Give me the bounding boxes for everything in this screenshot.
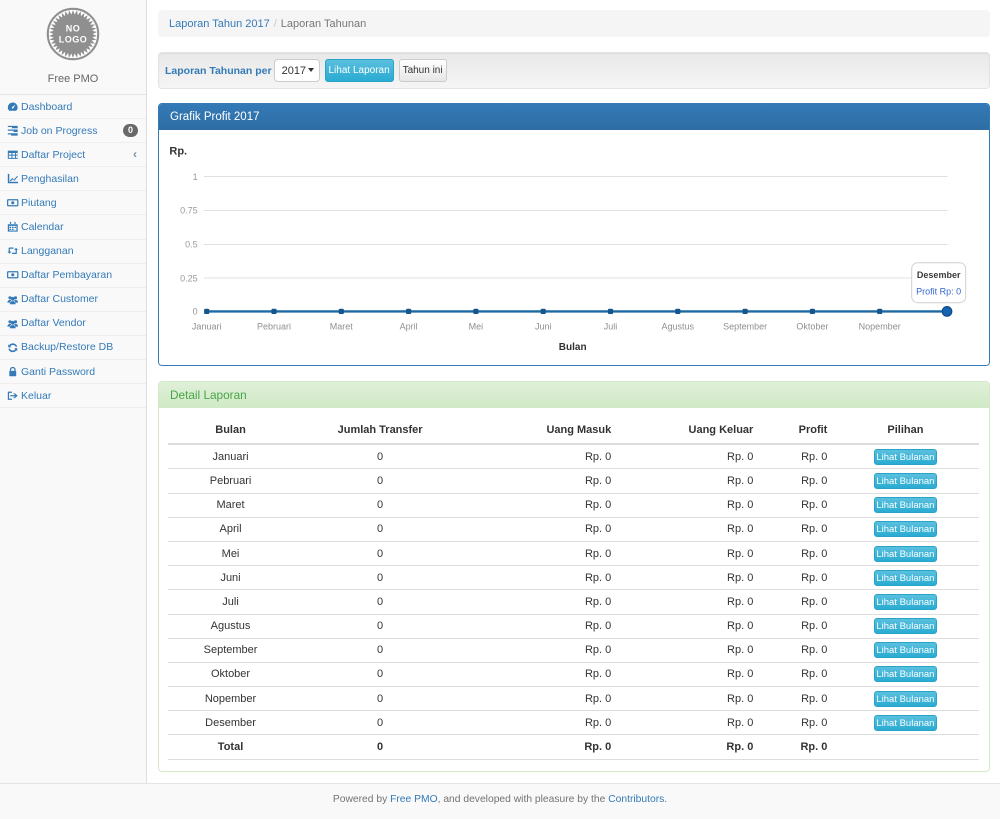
svg-text:Juni: Juni <box>535 322 552 332</box>
svg-text:April: April <box>400 322 418 332</box>
svg-text:0: 0 <box>193 307 198 317</box>
svg-text:Juli: Juli <box>604 322 618 332</box>
svg-text:LOGO: LOGO <box>59 35 88 45</box>
svg-text:September: September <box>723 322 767 332</box>
svg-text:Bulan: Bulan <box>559 342 587 353</box>
svg-text:Pebruari: Pebruari <box>257 322 291 332</box>
svg-text:Mei: Mei <box>469 322 484 332</box>
svg-text:Maret: Maret <box>330 322 354 332</box>
svg-text:Rp.: Rp. <box>169 145 187 157</box>
svg-text:NO: NO <box>66 24 81 34</box>
svg-text:Nopember: Nopember <box>859 322 901 332</box>
svg-text:Agustus: Agustus <box>662 322 695 332</box>
svg-text:Oktober: Oktober <box>796 322 828 332</box>
svg-text:Profit Rp: 0: Profit Rp: 0 <box>916 287 961 297</box>
svg-text:0.25: 0.25 <box>180 273 198 283</box>
svg-text:1: 1 <box>193 172 198 182</box>
svg-text:Desember: Desember <box>917 270 961 280</box>
svg-text:0.5: 0.5 <box>185 240 198 250</box>
svg-text:0.75: 0.75 <box>180 206 198 216</box>
svg-text:Januari: Januari <box>192 322 222 332</box>
